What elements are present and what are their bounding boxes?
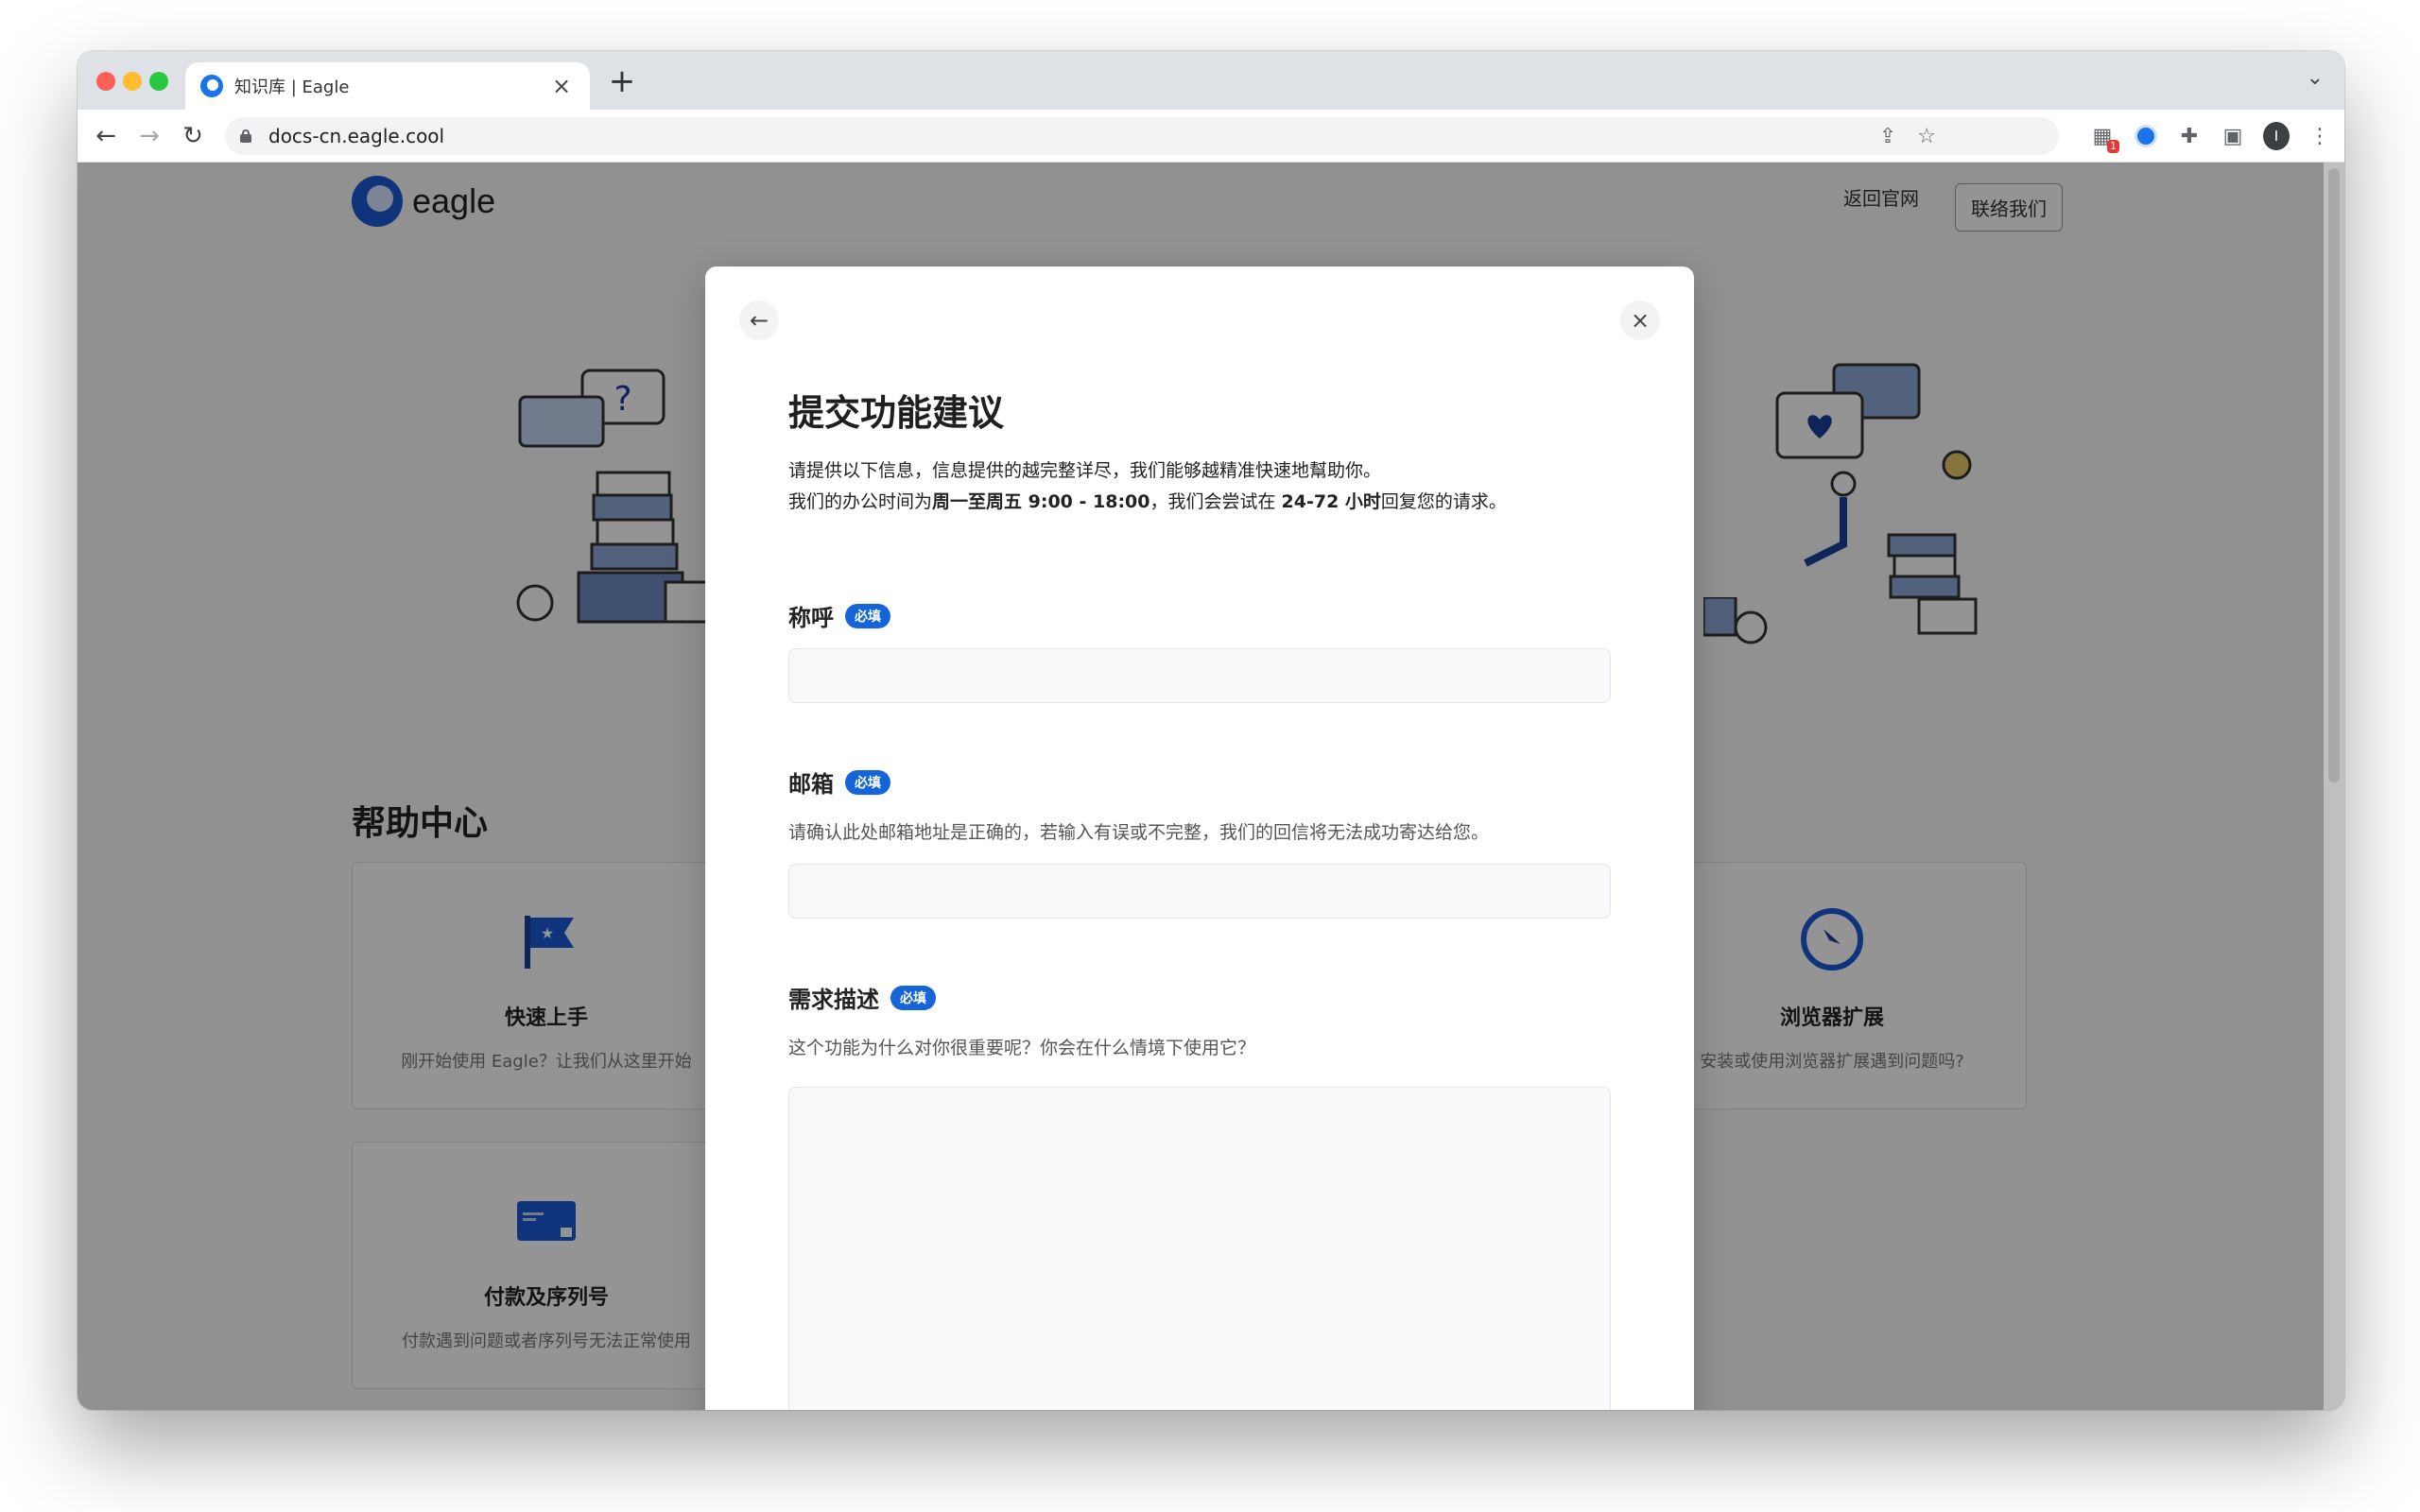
page-viewport: eagle 返回官网 联络我们 ? 帮助中心 ★ 快速上手 刚开始使用 Eagl…	[78, 163, 2344, 1410]
tab-search-chevron-icon[interactable]: ⌄	[2307, 66, 2324, 90]
required-badge: 必填	[845, 603, 890, 628]
close-icon[interactable]: ×	[1620, 301, 1660, 340]
browser-window: 知识库 | Eagle × + ⌄ ← → ↻ docs-cn.eagle.co…	[78, 51, 2344, 1410]
new-tab-button[interactable]: +	[603, 64, 641, 98]
eagle-extension-icon[interactable]	[2133, 123, 2159, 149]
browser-toolbar: ← → ↻ docs-cn.eagle.cool ⇪ ☆ ▦ 1 ✚ ▣ I ⋮	[78, 110, 2344, 163]
forward-button[interactable]: →	[132, 119, 166, 153]
description-label: 需求描述 必填	[788, 981, 936, 1014]
address-bar[interactable]: docs-cn.eagle.cool ⇪ ☆	[225, 117, 2059, 155]
required-badge: 必填	[845, 769, 890, 795]
browser-tab[interactable]: 知识库 | Eagle ×	[185, 62, 590, 110]
required-badge: 必填	[890, 985, 936, 1010]
feature-request-dialog: ← × 提交功能建议 请提供以下信息，信息提供的越完整详尽，我们能够越精准快速地…	[705, 266, 1694, 1410]
dialog-intro: 请提供以下信息，信息提供的越完整详尽，我们能够越精准快速地幫助你。 我们的办公时…	[788, 455, 1507, 518]
bookmark-star-icon[interactable]: ☆	[1917, 125, 1936, 148]
email-help-text: 请确认此处邮箱地址是正确的，若输入有误或不完整，我们的回信将无法成功寄达给您。	[788, 822, 1490, 843]
back-button[interactable]: ←	[89, 119, 123, 153]
tab-close-icon[interactable]: ×	[548, 73, 575, 99]
page-scrollbar[interactable]	[2324, 163, 2344, 1410]
minimize-window-button[interactable]	[123, 72, 142, 91]
intro-line-2: 我们的办公时间为周一至周五 9:00 - 18:00，我们会尝试在 24-72 …	[788, 491, 1507, 512]
extension-badge: 1	[2107, 140, 2119, 153]
tab-bar: 知识库 | Eagle × + ⌄	[78, 51, 2344, 110]
tab-title: 知识库 | Eagle	[234, 77, 350, 97]
share-icon[interactable]: ⇪	[1879, 125, 1896, 148]
side-panel-icon[interactable]: ▣	[2220, 123, 2246, 149]
reload-button[interactable]: ↻	[176, 119, 210, 153]
extension-grid-icon[interactable]: ▦ 1	[2089, 123, 2119, 153]
scrollbar-thumb[interactable]	[2328, 168, 2340, 782]
close-window-button[interactable]	[96, 72, 115, 91]
zoom-window-button[interactable]	[149, 72, 168, 91]
puzzle-extensions-icon[interactable]: ✚	[2176, 123, 2203, 149]
description-textarea[interactable]	[788, 1087, 1611, 1410]
eagle-favicon-icon	[200, 75, 223, 97]
profile-avatar[interactable]: I	[2263, 122, 2290, 150]
back-arrow-icon[interactable]: ←	[739, 301, 779, 340]
description-help-text: 这个功能为什么对你很重要呢？你会在什么情境下使用它？	[788, 1038, 1256, 1058]
intro-line-1: 请提供以下信息，信息提供的越完整详尽，我们能够越精准快速地幫助你。	[788, 460, 1382, 481]
more-menu-icon[interactable]: ⋮	[2307, 123, 2333, 149]
name-label: 称呼 必填	[788, 599, 890, 632]
email-input[interactable]	[788, 864, 1611, 919]
extensions-area: ▦ 1 ✚ ▣ I ⋮	[2089, 119, 2333, 153]
lock-icon[interactable]	[240, 129, 251, 143]
name-input[interactable]	[788, 648, 1611, 703]
email-label: 邮箱 必填	[788, 765, 890, 799]
dialog-title: 提交功能建议	[788, 392, 1005, 434]
url-text[interactable]: docs-cn.eagle.cool	[268, 125, 444, 147]
